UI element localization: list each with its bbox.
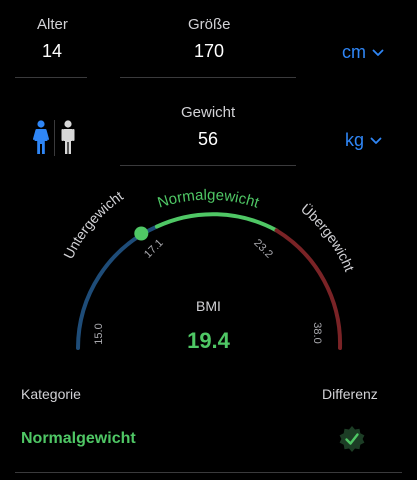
segment-label-underweight: Untergewicht [60,188,126,262]
bmi-label: BMI [196,298,221,314]
segment-label-overweight: Übergewicht [298,200,358,274]
tick-label-1: 17.1 [142,237,166,261]
difference-header: Differenz [322,386,378,402]
segment-label-normal: Normalgewicht [156,187,262,212]
gauge-segment-normal [154,212,279,233]
tick-label-2: 23.2 [251,237,275,261]
bmi-value: 19.4 [187,328,230,353]
gauge-marker [134,226,149,241]
bmi-gauge: Untergewicht Normalgewicht Übergewicht 1… [60,187,358,350]
checkmark-badge-icon [339,426,365,452]
category-header: Kategorie [21,386,81,402]
footer-divider [15,472,402,473]
category-value: Normalgewicht [21,430,136,447]
